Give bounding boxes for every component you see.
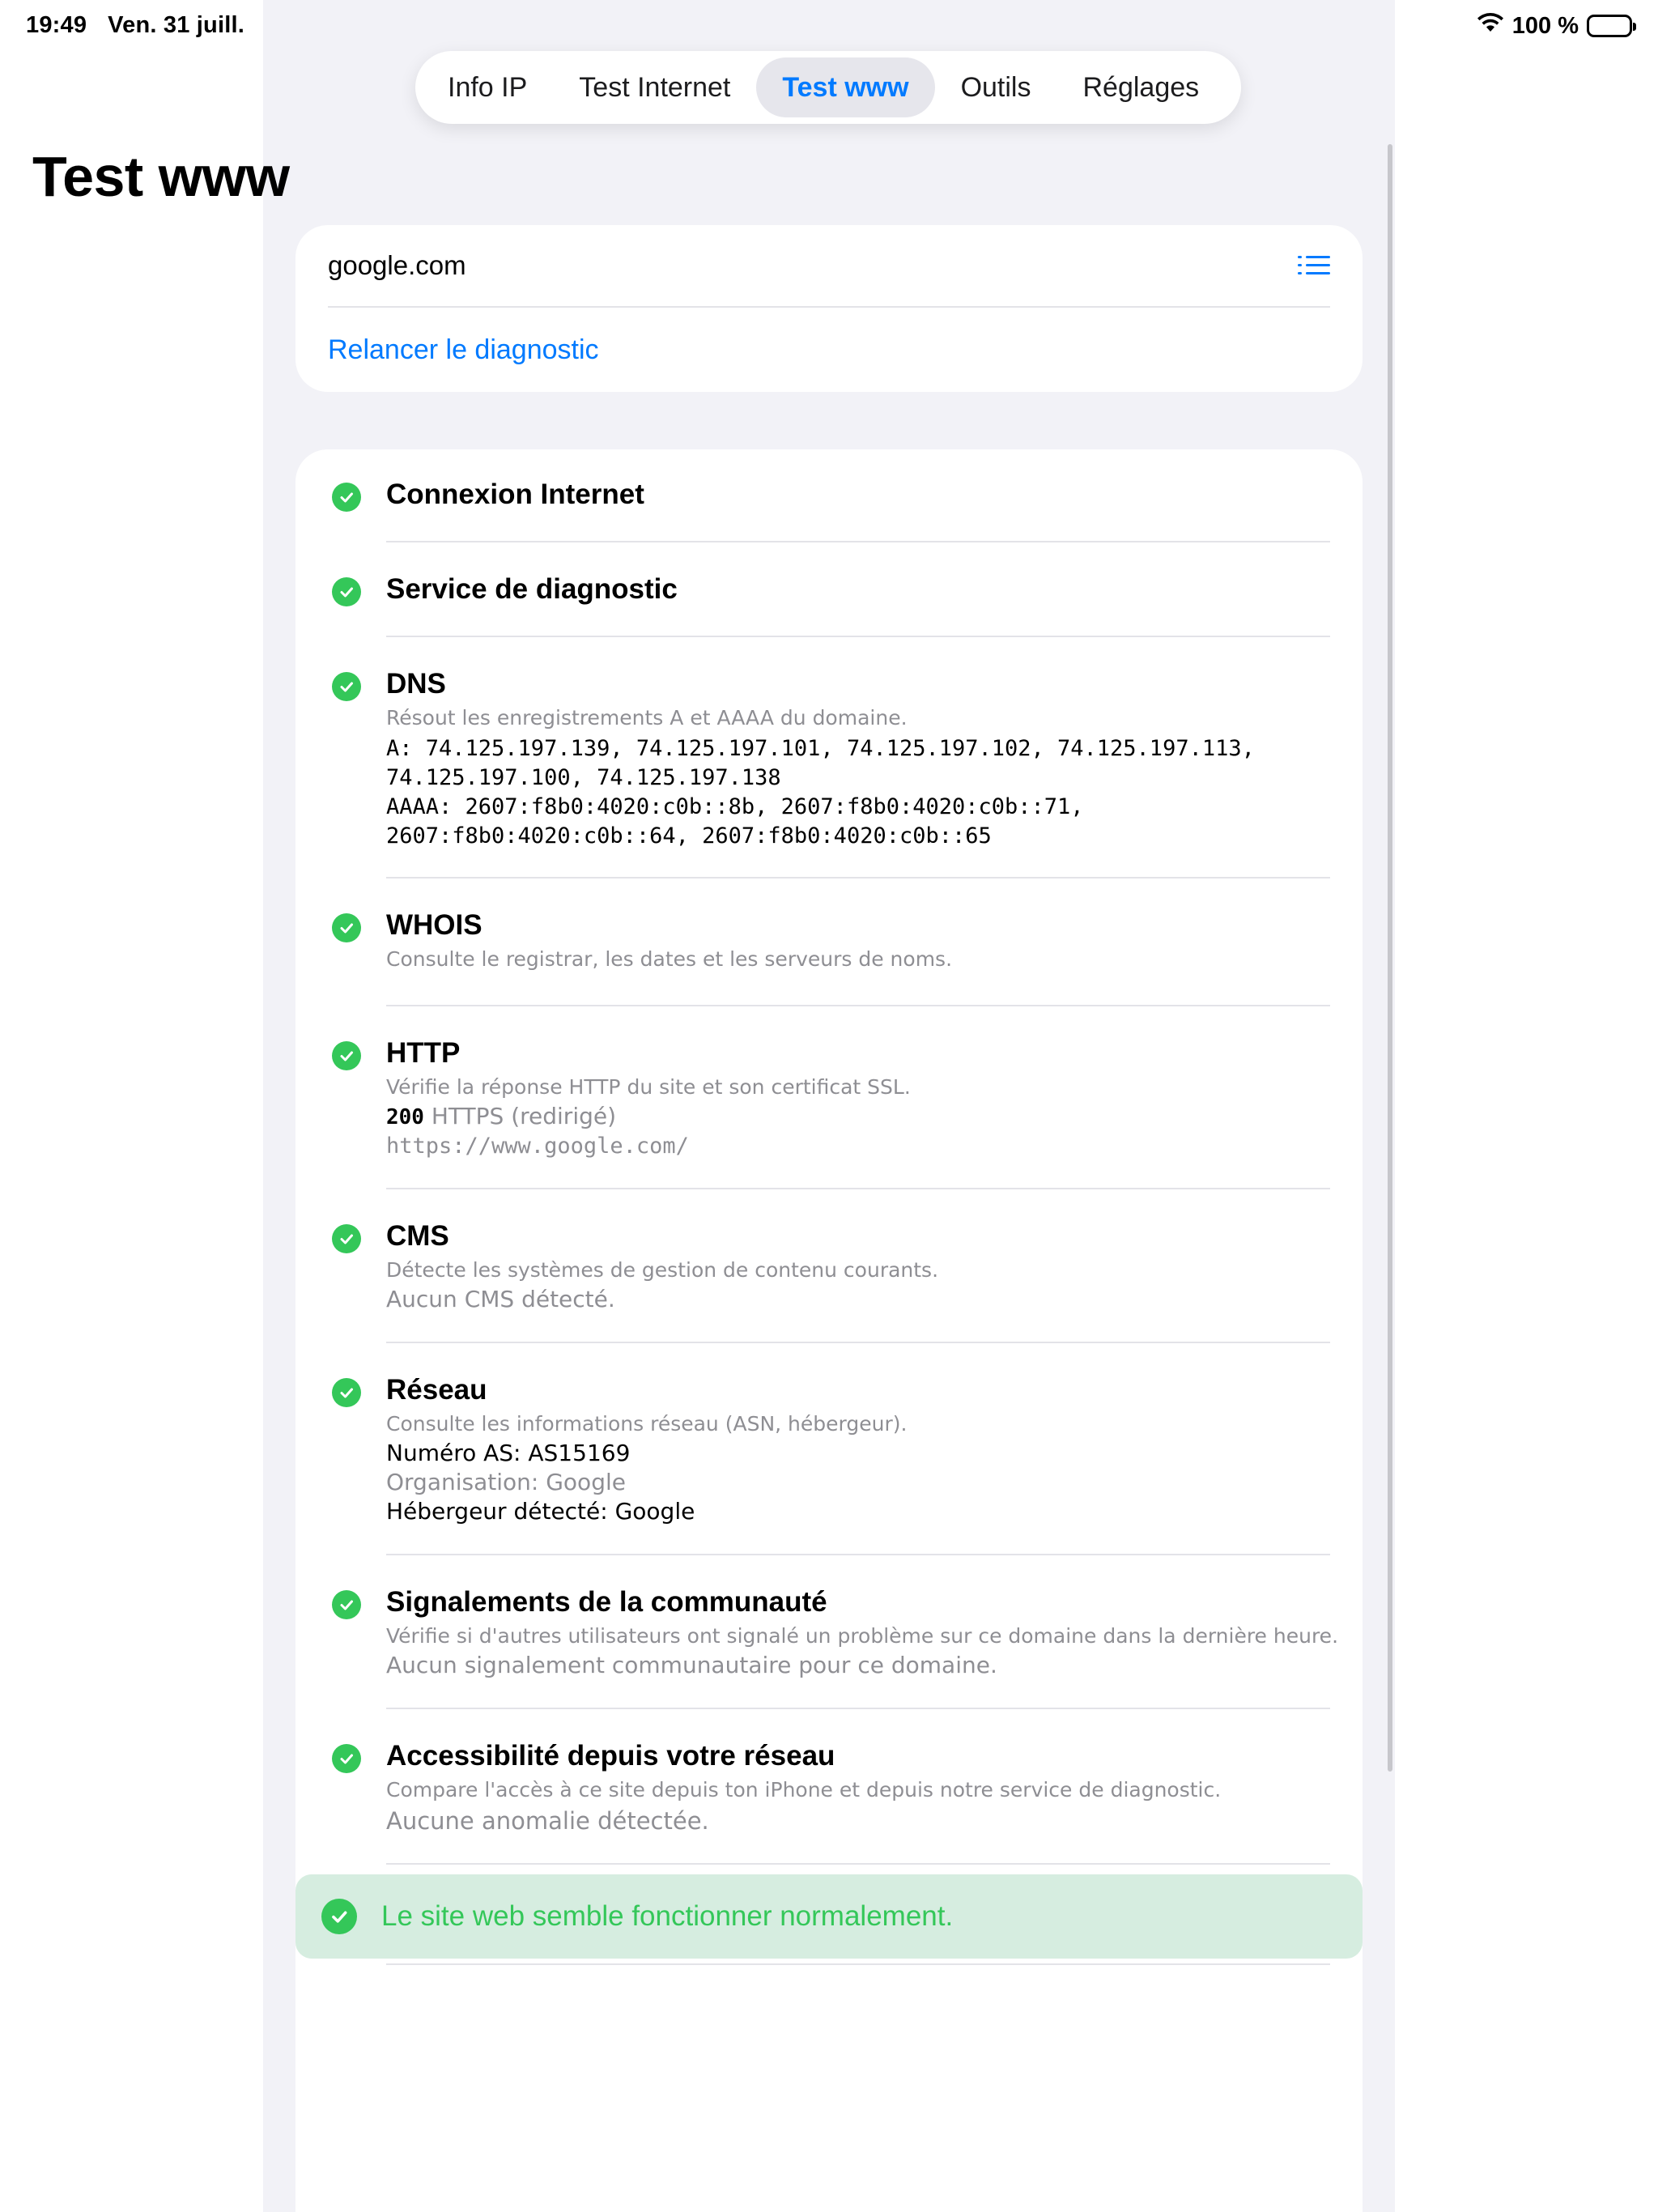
dns-aaaa-records: AAAA: 2607:f8b0:4020:c0b::8b, 2607:f8b0:… [386,794,1084,819]
access-result: Aucune anomalie détectée. [386,1807,709,1835]
divider [386,877,1330,878]
result-title-internet: Connexion Internet [386,479,644,510]
domain-input-card: google.com Relancer le diagnostic [295,225,1363,392]
divider [386,1963,1330,1965]
divider [386,636,1330,637]
community-result: Aucun signalement communautaire pour ce … [386,1652,997,1678]
domain-field[interactable]: google.com [328,225,1330,308]
tab-reglages[interactable]: Réglages [1056,57,1225,117]
result-title-community: Signalements de la communauté [386,1586,827,1618]
result-title-dns: DNS [386,668,446,700]
dns-a-records: A: 74.125.197.139, 74.125.197.101, 74.12… [386,736,1255,761]
divider [386,1863,1330,1865]
result-desc-community: Vérifie si d'autres utilisateurs ont sig… [386,1624,1339,1648]
status-bar-left: 19:49 Ven. 31 juill. [26,12,244,39]
divider [386,1708,1330,1709]
cms-result: Aucun CMS détecté. [386,1286,615,1312]
status-date: Ven. 31 juill. [108,12,244,38]
result-desc-http: Vérifie la réponse HTTP du site et son c… [386,1075,911,1099]
result-desc-cms: Détecte les systèmes de gestion de conte… [386,1258,939,1282]
divider [386,1005,1330,1006]
http-final-url: https://www.google.com/ [386,1134,689,1159]
http-status-code: 200 [386,1105,424,1129]
result-desc-network: Consulte les informations réseau (ASN, h… [386,1412,908,1436]
summary-banner: Le site web semble fonctionner normaleme… [295,1874,1363,1959]
dns-aaaa-records-cont: 2607:f8b0:4020:c0b::64, 2607:f8b0:4020:c… [386,823,992,849]
status-bar-right: 100 % [1477,12,1636,40]
divider [386,1188,1330,1189]
tab-test-internet[interactable]: Test Internet [553,57,756,117]
tab-info-ip[interactable]: Info IP [422,57,553,117]
network-host: Hébergeur détecté: Google [386,1498,695,1525]
result-title-access: Accessibilité depuis votre réseau [386,1740,835,1772]
result-desc-access: Compare l'accès à ce site depuis ton iPh… [386,1778,1222,1802]
page-title: Test www [32,145,290,208]
battery-percentage: 100 % [1511,12,1579,39]
check-icon [332,1041,361,1070]
check-icon [332,577,361,606]
status-time: 19:49 [26,12,87,38]
check-icon [332,672,361,701]
top-tab-bar: Info IP Test Internet Test www Outils Ré… [415,51,1241,124]
network-asn: Numéro AS: AS15169 [386,1440,631,1466]
divider [386,1342,1330,1343]
relaunch-diagnostic-button[interactable]: Relancer le diagnostic [328,308,599,392]
divider [386,541,1330,542]
tab-outils[interactable]: Outils [935,57,1057,117]
result-desc-whois: Consulte le registrar, les dates et les … [386,947,953,971]
battery-icon [1587,15,1636,37]
http-status: 200 HTTPS (redirigé) [386,1103,616,1129]
tab-test-www[interactable]: Test www [756,57,935,117]
http-status-text: HTTPS (redirigé) [431,1103,617,1129]
list-icon[interactable] [1298,253,1330,279]
check-icon [332,1378,361,1407]
result-title-http: HTTP [386,1037,461,1069]
divider [386,1554,1330,1555]
domain-value[interactable]: google.com [328,250,466,281]
result-desc-dns: Résout les enregistrements A et AAAA du … [386,706,908,730]
check-icon [332,483,361,512]
scrollbar[interactable] [1388,144,1392,1772]
check-icon [332,913,361,942]
wifi-icon [1477,12,1504,40]
summary-text: Le site web semble fonctionner normaleme… [381,1900,954,1932]
check-icon [332,1744,361,1773]
check-icon [332,1224,361,1253]
result-title-whois: WHOIS [386,909,483,941]
result-title-cms: CMS [386,1220,449,1252]
dns-a-records-cont: 74.125.197.100, 74.125.197.138 [386,765,781,790]
check-icon [332,1590,361,1619]
network-organisation: Organisation: Google [386,1469,626,1495]
result-title-network: Réseau [386,1374,487,1406]
result-title-service: Service de diagnostic [386,573,678,605]
check-icon [321,1899,357,1934]
